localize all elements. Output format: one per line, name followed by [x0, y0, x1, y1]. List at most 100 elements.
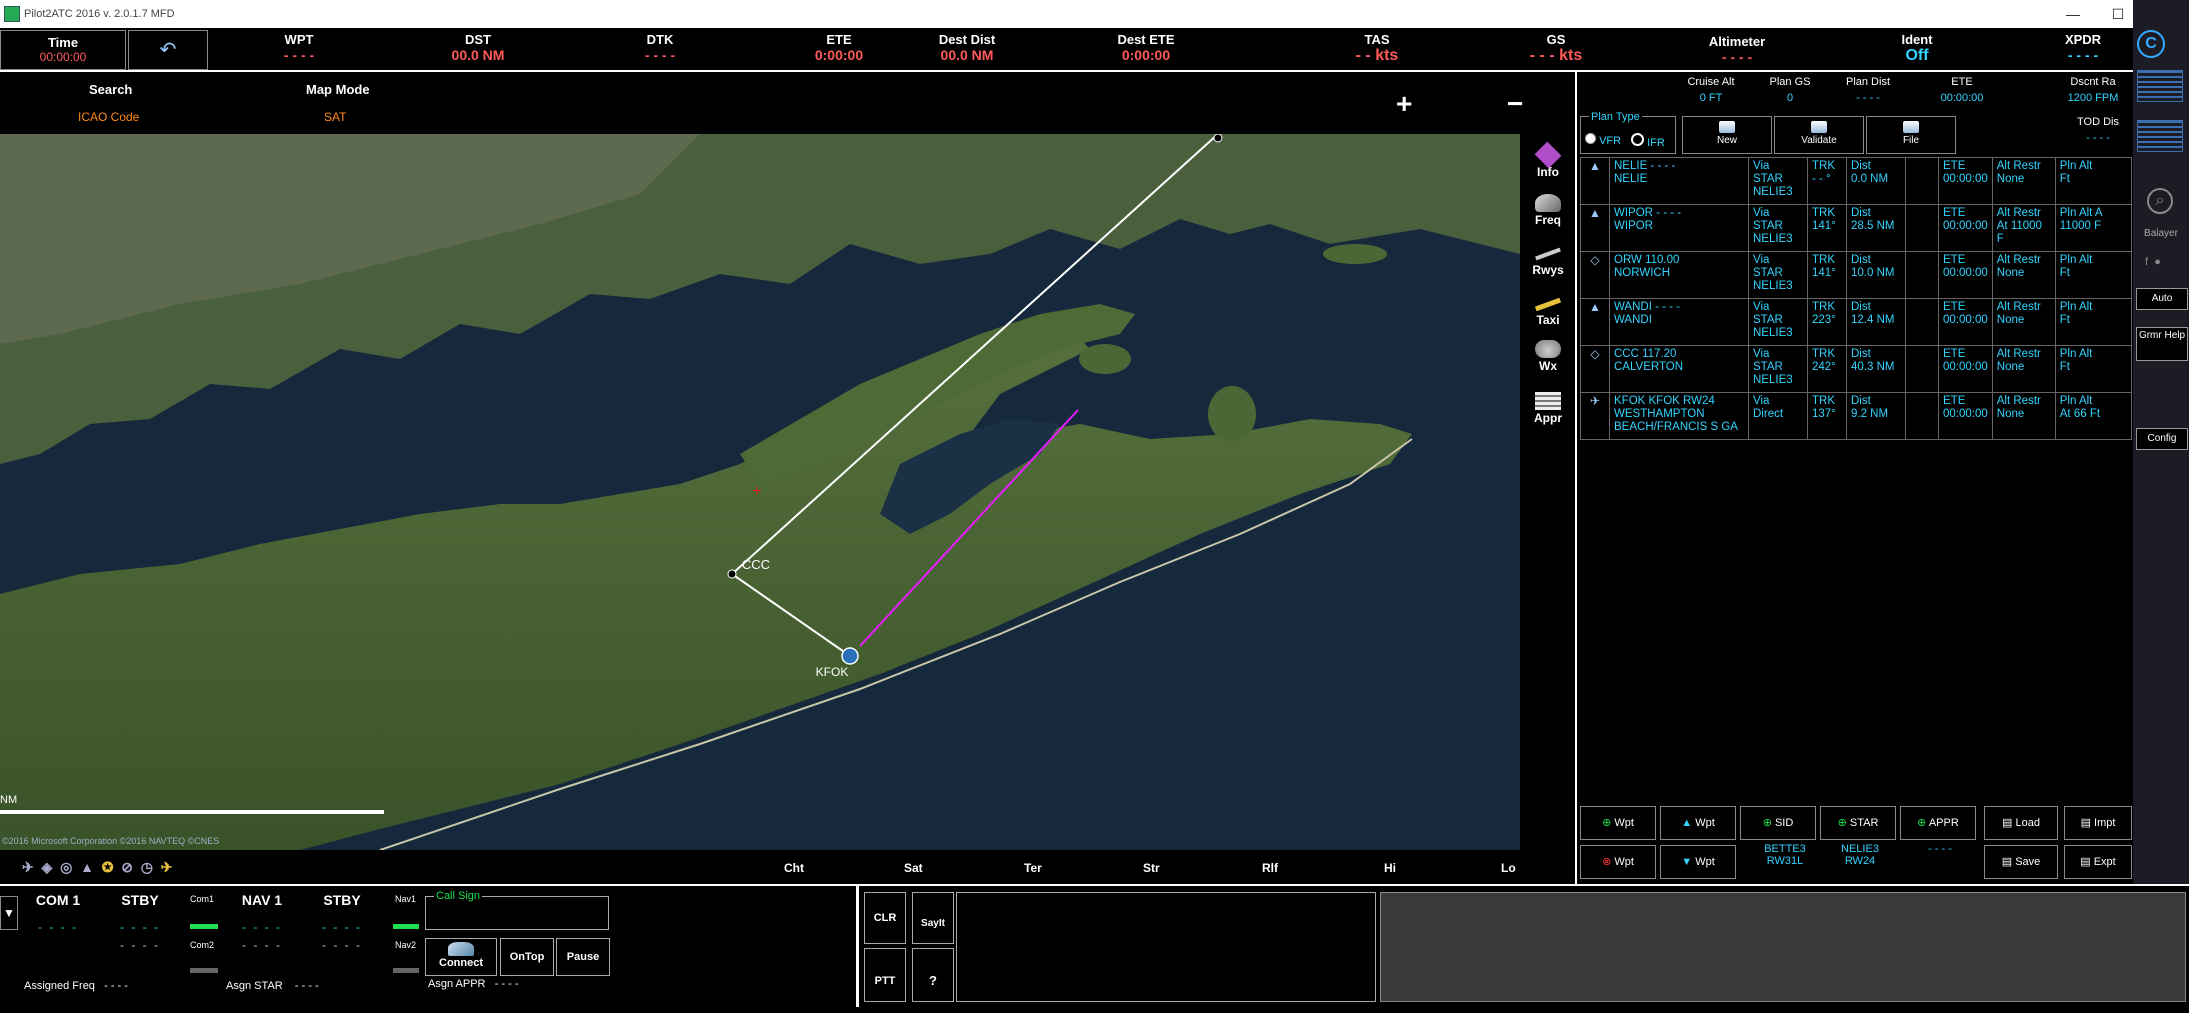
- validate-plan-button[interactable]: Validate: [1774, 116, 1864, 154]
- waypoint-cell[interactable]: KFOK KFOK RW24 WESTHAMPTON BEACH/FRANCIS S…: [1609, 392, 1749, 440]
- clr-button[interactable]: CLR: [864, 892, 906, 944]
- import-plan-button[interactable]: ▤ Impt: [2064, 806, 2132, 840]
- map-type-cht[interactable]: Cht: [784, 861, 804, 875]
- add-sid-button[interactable]: ⊕ SID: [1740, 806, 1816, 840]
- zoom-out-button[interactable]: −: [1507, 88, 1523, 120]
- airport-icon[interactable]: ✈: [22, 859, 34, 875]
- via-cell[interactable]: Via STAR NELIE3: [1748, 298, 1808, 346]
- map-layer-icons[interactable]: ✈ ◈ ◎ ▲ ✪ ⊘ ◷ ✈: [22, 859, 172, 876]
- taxi-tool-button[interactable]: Taxi: [1526, 294, 1570, 327]
- wx-tool-button[interactable]: Wx: [1526, 340, 1570, 373]
- zoom-in-button[interactable]: +: [1396, 88, 1412, 120]
- alt-restr-cell[interactable]: Alt Restr None: [1991, 298, 2056, 346]
- table-row[interactable]: ▲ WIPOR - - - - WIPOR Via STAR NELIE3 TRK 14…: [1580, 204, 2133, 252]
- auto-button[interactable]: Auto: [2136, 288, 2188, 310]
- descent-rate[interactable]: Dscnt Ra 1200 FPM: [2048, 76, 2138, 104]
- ndb-icon[interactable]: ◎: [60, 859, 72, 875]
- collapse-arrow-icon[interactable]: ▼: [0, 896, 18, 930]
- alt-restr-cell[interactable]: Alt Restr None: [1991, 157, 2056, 205]
- undo-button[interactable]: ↶: [128, 30, 208, 70]
- waypoint-cell[interactable]: WANDI - - - - WANDI: [1609, 298, 1749, 346]
- fix-icon[interactable]: ▲: [80, 859, 94, 875]
- grmr-help-button[interactable]: Grmr Help: [2136, 327, 2188, 361]
- com1-active[interactable]: COM 1 - - - -: [28, 892, 88, 934]
- app-logo-icon[interactable]: C: [2137, 30, 2165, 58]
- delete-wpt-button[interactable]: ⊗ Wpt: [1580, 845, 1656, 879]
- via-cell[interactable]: Via Direct: [1748, 392, 1808, 440]
- cruise-alt[interactable]: Cruise Alt 0 FT: [1666, 76, 1756, 104]
- map-canvas[interactable]: NM CCC KFOK + ©2016 Microsoft Corporatio…: [0, 134, 1520, 850]
- file-plan-button[interactable]: File: [1866, 116, 1956, 154]
- alt-restr-cell[interactable]: Alt Restr At 11000 F: [1991, 204, 2056, 252]
- load-plan-button[interactable]: ▤ Load: [1984, 806, 2058, 840]
- waypoint-cell[interactable]: NELIE - - - - NELIE: [1609, 157, 1749, 205]
- add-wpt-button[interactable]: ⊕ Wpt: [1580, 806, 1656, 840]
- map-mode-select[interactable]: SAT: [324, 110, 346, 124]
- via-cell[interactable]: Via STAR NELIE3: [1748, 204, 1808, 252]
- map-type-sat[interactable]: Sat: [904, 861, 923, 875]
- vor-icon[interactable]: ◈: [42, 859, 53, 875]
- airspace-icon[interactable]: ⊘: [121, 859, 133, 875]
- com1-standby[interactable]: STBY - - - - - - - -: [110, 892, 170, 952]
- via-cell[interactable]: Via STAR NELIE3: [1748, 157, 1808, 205]
- waypoint-cell[interactable]: CCC 117.20 CALVERTON: [1609, 345, 1749, 393]
- table-row[interactable]: ▲ WANDI - - - - WANDI Via STAR NELIE3 TRK 22…: [1580, 298, 2133, 346]
- wandi-waypoint-marker[interactable]: [1213, 134, 1223, 143]
- nav1-standby[interactable]: STBY - - - - - - - -: [312, 892, 372, 952]
- help-button[interactable]: ?: [912, 948, 954, 1002]
- table-row[interactable]: ◇ CCC 117.20 CALVERTON Via STAR NELIE3 TRK 2…: [1580, 345, 2133, 393]
- map-type-hi[interactable]: Hi: [1384, 861, 1396, 875]
- window-thumb-icon[interactable]: [2137, 120, 2183, 152]
- minimize-button[interactable]: —: [2053, 2, 2093, 26]
- window-thumb-icon[interactable]: [2137, 70, 2183, 102]
- ident-button[interactable]: Ident Off: [1852, 32, 1982, 65]
- sayit-button[interactable]: SayIt: [912, 892, 954, 944]
- appr-tool-button[interactable]: Appr: [1526, 392, 1570, 425]
- waypoint-cell[interactable]: WIPOR - - - - WIPOR: [1609, 204, 1749, 252]
- map-type-str[interactable]: Str: [1143, 861, 1160, 875]
- config-button[interactable]: Config: [2136, 428, 2188, 450]
- com1-indicator[interactable]: [190, 924, 218, 929]
- freq-tool-button[interactable]: Freq: [1526, 194, 1570, 227]
- pause-button[interactable]: Pause: [556, 938, 610, 976]
- traffic-icon[interactable]: ✪: [102, 859, 114, 875]
- connect-button[interactable]: Connect: [425, 938, 497, 976]
- save-plan-button[interactable]: ▤ Save: [1984, 845, 2058, 879]
- add-appr-button[interactable]: ⊕ APPR: [1900, 806, 1976, 840]
- facebook-icon[interactable]: f: [2145, 256, 2148, 268]
- nav2-indicator[interactable]: [393, 968, 419, 973]
- new-plan-button[interactable]: New: [1682, 116, 1772, 154]
- nav1-indicator[interactable]: [393, 924, 419, 929]
- ontop-button[interactable]: OnTop: [500, 938, 554, 976]
- maximize-button[interactable]: ☐: [2098, 2, 2138, 26]
- export-plan-button[interactable]: ▤ Expt: [2064, 845, 2132, 879]
- kfok-airport-marker[interactable]: [841, 647, 859, 665]
- move-wpt-up-button[interactable]: ▲ Wpt: [1660, 806, 1736, 840]
- ptt-button[interactable]: PTT: [864, 948, 906, 1002]
- table-row[interactable]: ◇ ORW 110.00 NORWICH Via STAR NELIE3 TRK 141…: [1580, 251, 2133, 299]
- table-row[interactable]: ▲ NELIE - - - - NELIE Via STAR NELIE3 TRK - …: [1580, 157, 2133, 205]
- vfr-radio[interactable]: VFR: [1585, 133, 1621, 147]
- waypoint-cell[interactable]: ORW 110.00 NORWICH: [1609, 251, 1749, 299]
- alt-restr-cell[interactable]: Alt Restr None: [1991, 392, 2056, 440]
- map-type-rlf[interactable]: Rlf: [1262, 861, 1278, 875]
- ifr-radio[interactable]: IFR: [1631, 133, 1665, 149]
- ccc-waypoint-marker[interactable]: [727, 569, 737, 579]
- info-tool-button[interactable]: Info: [1526, 141, 1570, 179]
- clock-icon[interactable]: ◷: [141, 859, 153, 875]
- com2-indicator[interactable]: [190, 968, 218, 973]
- add-star-button[interactable]: ⊕ STAR: [1820, 806, 1896, 840]
- alt-restr-cell[interactable]: Alt Restr None: [1991, 251, 2056, 299]
- map-type-ter[interactable]: Ter: [1024, 861, 1042, 875]
- nav1-active[interactable]: NAV 1 - - - - - - - -: [232, 892, 292, 952]
- move-wpt-down-button[interactable]: ▼ Wpt: [1660, 845, 1736, 879]
- via-cell[interactable]: Via STAR NELIE3: [1748, 345, 1808, 393]
- search-icon[interactable]: ⌕: [2147, 188, 2173, 214]
- atc-text-entry[interactable]: [1380, 892, 2186, 1002]
- user-icon[interactable]: ●: [2154, 256, 2161, 268]
- plan-gs[interactable]: Plan GS 0: [1750, 76, 1830, 104]
- via-cell[interactable]: Via STAR NELIE3: [1748, 251, 1808, 299]
- satellite-map[interactable]: NM CCC KFOK + ©2016 Microsoft Corporatio…: [0, 134, 1520, 850]
- map-type-lo[interactable]: Lo: [1501, 861, 1516, 875]
- table-row[interactable]: ✈ KFOK KFOK RW24 WESTHAMPTON BEACH/FRANCIS…: [1580, 392, 2133, 440]
